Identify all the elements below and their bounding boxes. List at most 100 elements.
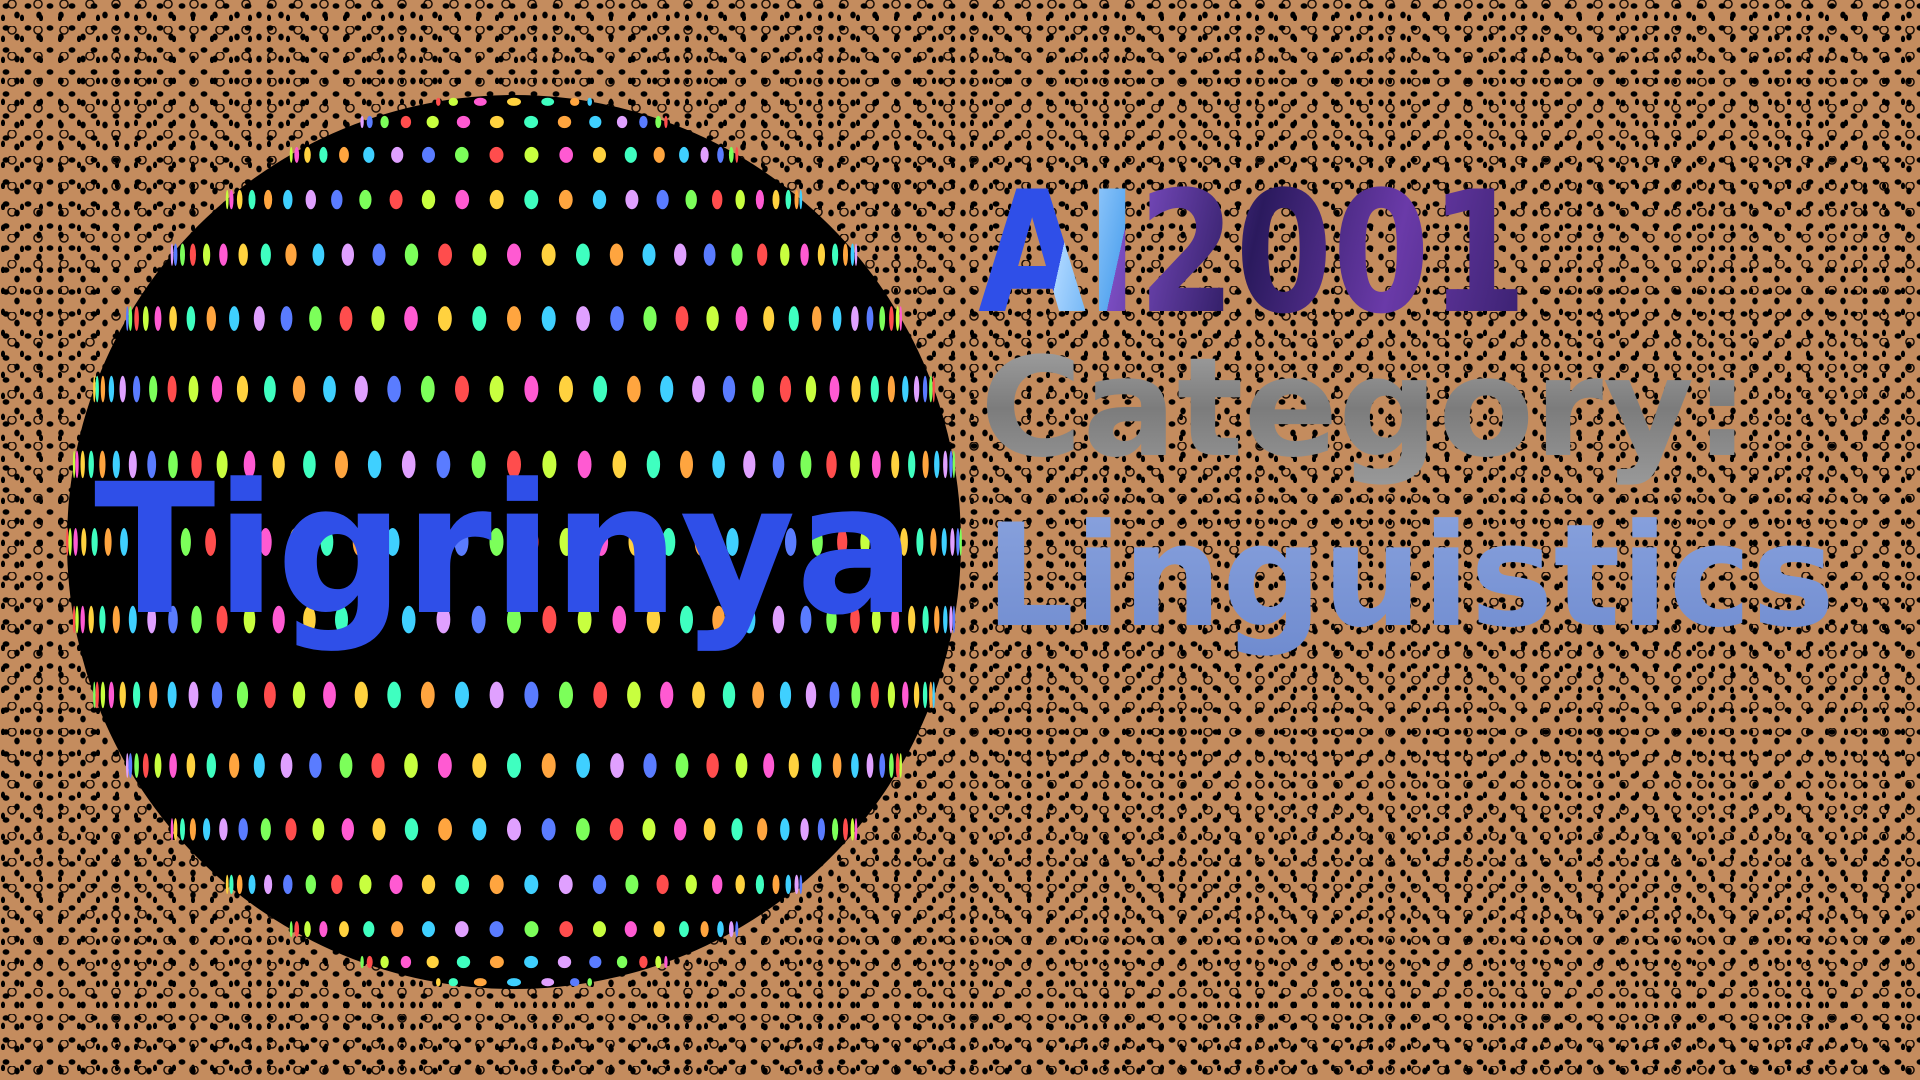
- sphere-dot: [692, 375, 705, 403]
- sphere-dot: [360, 115, 364, 129]
- sphere-dot: [108, 681, 115, 709]
- sphere-dot: [949, 605, 953, 634]
- sphere-dot: [570, 97, 580, 106]
- sphere-dot: [660, 681, 674, 709]
- sphere-dot: [404, 818, 419, 841]
- sphere-dot: [95, 375, 99, 403]
- sphere-dot: [420, 681, 435, 709]
- sphere-dot: [507, 978, 521, 987]
- sphere-dot: [541, 818, 556, 841]
- sphere-dot: [570, 978, 580, 987]
- sphere-dot: [731, 243, 743, 266]
- sphere-dot: [426, 115, 439, 129]
- sphere-dot: [752, 681, 764, 709]
- sphere-dot: [149, 681, 158, 709]
- sphere-dot: [616, 115, 628, 129]
- sphere-dot: [851, 753, 859, 778]
- sphere-dot: [541, 753, 556, 778]
- sphere-dot: [134, 306, 139, 331]
- sphere-dot: [236, 681, 249, 709]
- sphere-dot: [794, 189, 799, 210]
- sphere-dot: [455, 681, 469, 709]
- sphere-dot: [305, 189, 316, 210]
- sphere-dot: [472, 753, 487, 778]
- sphere-dot: [173, 818, 178, 841]
- sphere-dot: [73, 528, 78, 556]
- sphere-dot: [507, 306, 521, 331]
- sphere-dot: [559, 921, 573, 938]
- sphere-dot: [372, 243, 386, 266]
- sphere-dot: [627, 375, 641, 403]
- sphere-dot: [387, 375, 401, 403]
- sphere-dot: [331, 189, 343, 210]
- sphere-dot: [524, 874, 539, 895]
- sphere-dot: [843, 243, 848, 266]
- sphere-dot: [438, 306, 452, 331]
- sphere-dot: [363, 146, 375, 163]
- sphere-dot: [80, 605, 85, 634]
- sphere-dot: [932, 375, 935, 403]
- sphere-dot: [133, 375, 141, 403]
- sphere-dot: [448, 97, 458, 106]
- sphere-dot: [851, 681, 861, 709]
- sphere-dot: [700, 146, 709, 163]
- sphere-dot: [653, 146, 665, 163]
- sphere-dot: [559, 146, 573, 163]
- sphere-dot: [323, 681, 336, 709]
- sphere-dot: [913, 681, 920, 709]
- sphere-dot: [780, 818, 790, 841]
- sphere-dot: [366, 115, 373, 129]
- sphere-dot: [785, 874, 792, 895]
- sphere-dot: [404, 753, 418, 778]
- sphere-dot: [489, 115, 504, 129]
- sphere-dot: [236, 375, 249, 403]
- sphere-dot: [341, 243, 354, 266]
- sphere-dot: [422, 921, 435, 938]
- sphere-dot: [238, 243, 248, 266]
- sphere-dot: [354, 681, 368, 709]
- sphere-dot: [854, 818, 858, 841]
- sphere-dot: [558, 189, 573, 210]
- sphere-dot: [206, 753, 216, 778]
- sphere-dot: [331, 874, 343, 895]
- sphere-dot: [360, 955, 364, 969]
- sphere-dot: [850, 818, 855, 841]
- sphere-dot: [319, 921, 328, 938]
- sphere-dot: [812, 306, 822, 331]
- sphere-dot: [922, 450, 929, 479]
- sphere-dot: [722, 375, 736, 403]
- sphere-dot: [283, 874, 293, 895]
- sphere-dot: [772, 874, 780, 895]
- sphere-dot: [717, 146, 724, 163]
- sphere-dot: [68, 528, 72, 556]
- sphere-dot: [576, 243, 590, 266]
- sphere-dot: [524, 681, 539, 709]
- sphere-dot: [735, 189, 745, 210]
- title-category: Category:: [980, 329, 1750, 488]
- sphere-dot: [119, 375, 126, 403]
- sphere-label: Tigrinya: [94, 446, 916, 655]
- sphere-dot: [448, 978, 458, 987]
- sphere-dot: [100, 375, 106, 403]
- sphere-dot: [557, 955, 572, 969]
- sphere-dot: [438, 753, 452, 778]
- sphere-dot: [229, 753, 240, 778]
- sphere-dot: [922, 681, 928, 709]
- sphere-dot: [319, 146, 328, 163]
- sphere-dot: [173, 243, 178, 266]
- sphere-dot: [950, 528, 955, 556]
- sphere-dot: [843, 818, 848, 841]
- sphere-dot: [763, 753, 775, 778]
- sphere-dot: [930, 528, 937, 556]
- sphere-dot: [188, 375, 199, 403]
- sphere-dot: [167, 681, 177, 709]
- sphere-dot: [363, 921, 375, 938]
- sphere-dot: [639, 115, 648, 129]
- sphere-dot: [489, 955, 504, 969]
- sphere-dot: [679, 146, 689, 163]
- sphere-dot: [438, 818, 452, 841]
- sphere-dot: [593, 921, 606, 938]
- sphere-dot: [609, 818, 624, 841]
- sphere-dot: [755, 874, 765, 895]
- sphere-dot: [95, 681, 99, 709]
